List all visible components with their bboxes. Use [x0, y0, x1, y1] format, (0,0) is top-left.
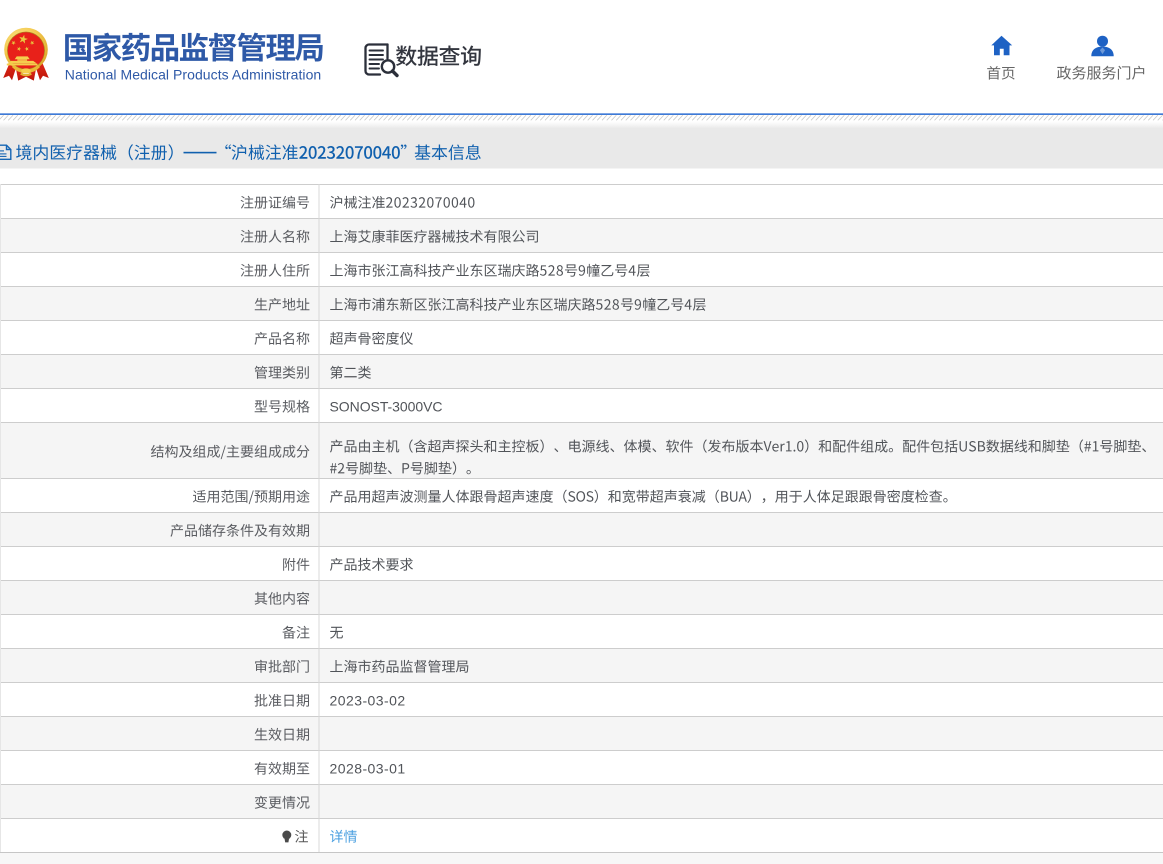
svg-text:National Medical Products Admi: National Medical Products Administration — [65, 67, 321, 83]
svg-text:SONOST-3000VC: SONOST-3000VC — [330, 399, 443, 415]
svg-text:2028-03-01: 2028-03-01 — [330, 761, 406, 777]
svg-text:2023-03-02: 2023-03-02 — [330, 693, 406, 709]
